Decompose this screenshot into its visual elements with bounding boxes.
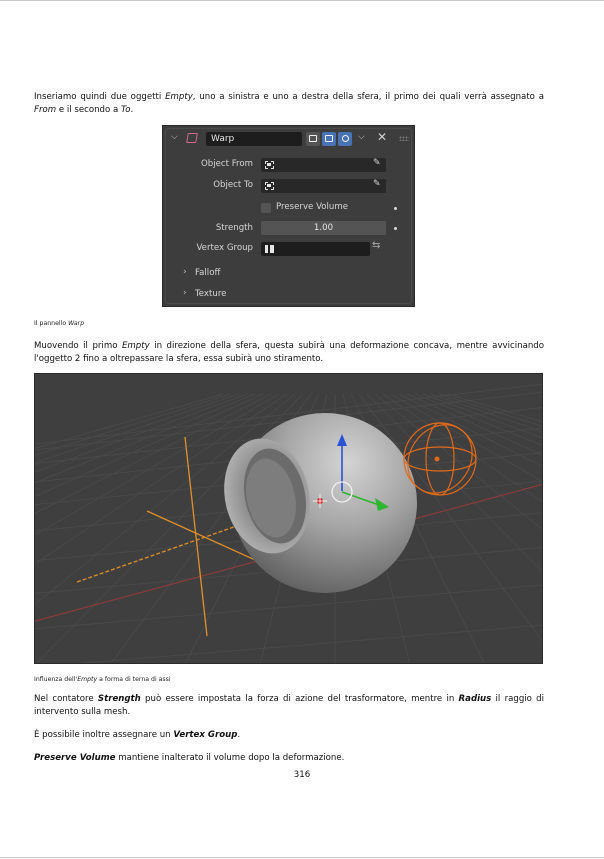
text-run: a forma di terna di assi: [97, 676, 171, 683]
edit-mode-toggle[interactable]: [306, 132, 320, 146]
vertex-group-icon: [265, 245, 274, 253]
text-run: È possibile inoltre assegnare un: [34, 730, 174, 740]
italic-run: Warp: [68, 320, 85, 327]
text-run: Nel contatore: [34, 694, 98, 704]
paragraph-vertex-group: È possibile inoltre assegnare un Vertex …: [34, 729, 544, 742]
panel-header: ⌵ Warp ⌵ ✕: [167, 130, 410, 147]
empty-object-icon: [265, 161, 274, 169]
text-run: , uno a sinistra e uno a destra della sf…: [192, 92, 544, 102]
text-run: .: [130, 104, 134, 115]
eyedropper-icon[interactable]: ✎: [373, 179, 381, 189]
empty-object-icon: [265, 182, 274, 190]
text-run: .: [237, 730, 241, 740]
preserve-volume-label: Preserve Volume: [276, 202, 349, 212]
paragraph-preserve-volume: Preserve Volume mantiene inalterato il v…: [34, 752, 544, 765]
preserve-volume-checkbox[interactable]: [261, 203, 271, 213]
text-run: e il secondo a: [56, 104, 122, 115]
bold-run: Radius: [458, 694, 492, 704]
bold-run: Preserve Volume: [34, 753, 116, 763]
realtime-toggle[interactable]: [322, 132, 336, 146]
render-toggle[interactable]: [338, 132, 352, 146]
page-number: 316: [293, 770, 311, 780]
object-from-label: Object From: [200, 159, 253, 169]
chevron-right-icon: ›: [183, 267, 187, 277]
object-to-field[interactable]: [261, 179, 386, 193]
viewport-render: [34, 373, 543, 664]
close-icon[interactable]: ✕: [377, 130, 387, 144]
invert-swap-icon[interactable]: ⇆: [372, 240, 380, 251]
edit-mode-icon: [309, 135, 317, 142]
paragraph-strength-radius: Nel contatore Strength può essere impost…: [34, 693, 544, 718]
bold-run: Strength: [97, 694, 141, 704]
dropdown-chevron-icon[interactable]: ⌵: [358, 132, 365, 142]
warp-modifier-panel: ⌵ Warp ⌵ ✕ Object From ✎ Object To ✎ Pre…: [162, 125, 415, 307]
camera-icon: [341, 135, 349, 142]
paragraph-intro: Inseriamo quindi due oggetti Empty, uno …: [34, 91, 544, 116]
keyframe-dot-icon[interactable]: [394, 227, 397, 230]
keyframe-dot-icon[interactable]: [394, 207, 397, 210]
warp-modifier-icon: [186, 133, 198, 143]
viewport-scene: [35, 374, 542, 663]
text-run: Inseriamo quindi due oggetti: [34, 92, 166, 102]
strength-label: Strength: [215, 223, 253, 233]
strength-slider[interactable]: 1.00: [261, 221, 386, 235]
modifier-name-field[interactable]: Warp: [206, 132, 302, 146]
monitor-icon: [325, 135, 333, 142]
collapse-chevron-icon[interactable]: ⌵: [171, 132, 178, 142]
texture-subpanel-label: Texture: [195, 289, 227, 299]
caption-warp-panel: Il pannello Warp: [34, 319, 544, 328]
vertex-group-label: Vertex Group: [196, 243, 253, 253]
italic-run: From: [34, 104, 57, 115]
eyedropper-icon[interactable]: ✎: [373, 158, 381, 168]
vertex-group-field[interactable]: [261, 242, 370, 256]
falloff-subpanel-label: Falloff: [195, 268, 221, 278]
italic-run: Empty: [121, 341, 150, 351]
bold-run: Vertex Group: [173, 730, 238, 740]
drag-handle-icon[interactable]: [399, 136, 409, 141]
italic-run: Empty: [165, 92, 193, 102]
text-run: Muovendo il primo: [34, 341, 122, 351]
object-from-field[interactable]: [261, 158, 386, 172]
text-run: Influenza dell': [34, 676, 78, 683]
chevron-right-icon: ›: [183, 288, 187, 298]
text-run: Il pannello: [34, 320, 69, 327]
page-bottom-rule: [0, 857, 604, 858]
object-to-label: Object To: [213, 180, 253, 190]
page-top-rule: [0, 0, 604, 1]
italic-run: Empty: [77, 676, 98, 683]
text-run: mantiene inalterato il volume dopo la de…: [115, 753, 345, 763]
paragraph-deformation: Muovendo il primo Empty in direzione del…: [34, 340, 544, 365]
text-run: può essere impostata la forza di azione …: [140, 694, 459, 704]
caption-empty-influence: Influenza dell'Empty a forma di terna di…: [34, 675, 544, 684]
